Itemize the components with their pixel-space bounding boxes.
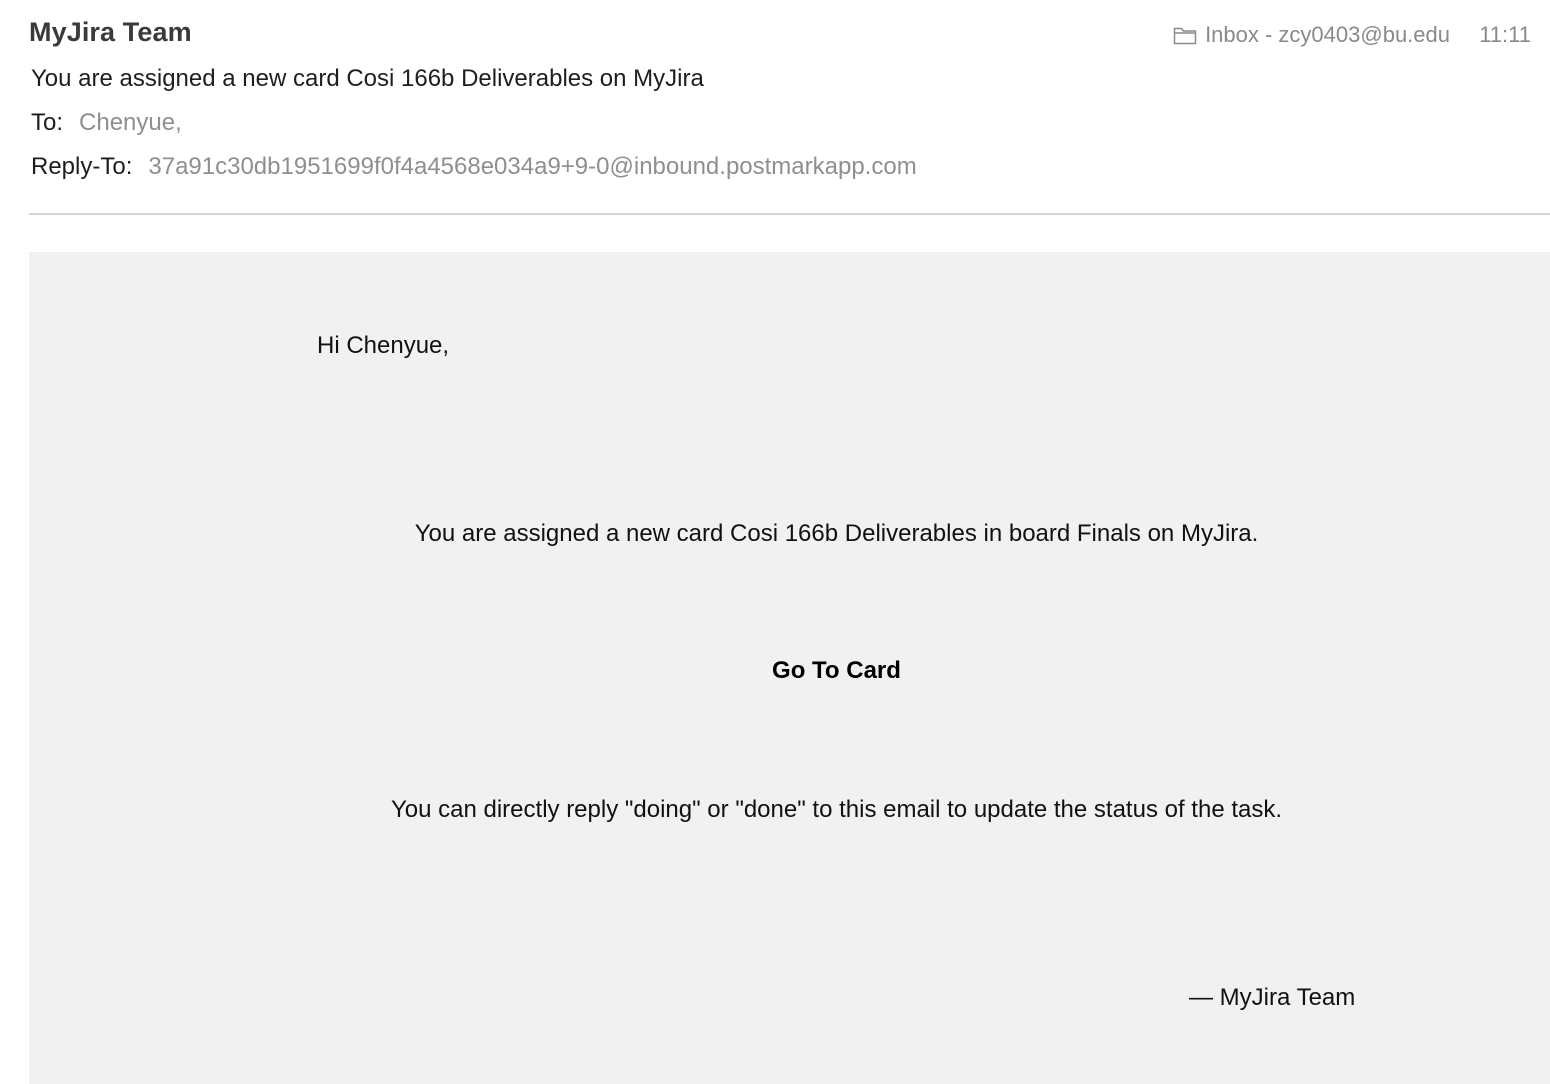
go-to-card-link[interactable]: Go To Card <box>29 657 1550 685</box>
sender-name[interactable]: MyJira Team <box>29 17 192 48</box>
mailbox-indicator[interactable]: Inbox - zcy0403@bu.edu <box>1173 22 1450 48</box>
email-header: MyJira Team Inbox - zcy0403@bu.edu 11:11… <box>0 0 1550 215</box>
to-label: To: <box>31 109 64 136</box>
assignment-message: You are assigned a new card Cosi 166b De… <box>414 520 1259 547</box>
reply-to-field: Reply-To: 37a91c30db1951699f0f4a4568e034… <box>31 153 917 181</box>
to-field: To: Chenyue, <box>31 109 182 137</box>
reply-instructions: You can directly reply "doing" or "done"… <box>390 796 1283 823</box>
reply-to-label: Reply-To: <box>31 153 133 180</box>
signature: — MyJira Team <box>1189 984 1356 1011</box>
greeting: Hi Chenyue, <box>317 332 450 359</box>
header-divider <box>29 213 1550 215</box>
email-body: Hi Chenyue, You are assigned a new card … <box>29 252 1550 1084</box>
folder-icon <box>1173 25 1197 45</box>
to-recipient[interactable]: Chenyue, <box>79 109 182 137</box>
email-subject: You are assigned a new card Cosi 166b De… <box>31 65 704 92</box>
received-time: 11:11 <box>1479 22 1531 47</box>
mailbox-label: Inbox - zcy0403@bu.edu <box>1205 22 1450 47</box>
reply-to-address[interactable]: 37a91c30db1951699f0f4a4568e034a9+9-0@inb… <box>148 153 916 181</box>
